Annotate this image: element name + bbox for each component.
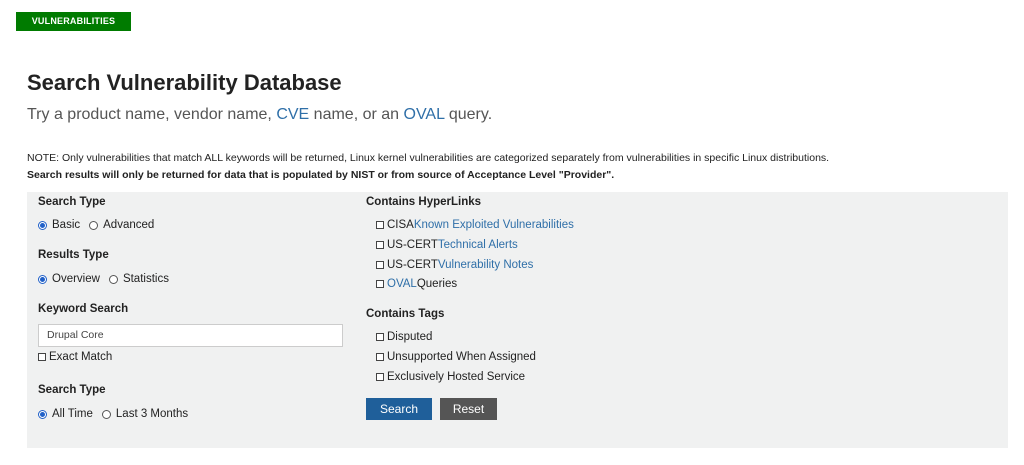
radio-basic-label[interactable]: Basic [52,219,80,231]
results-type-label: Results Type [38,249,109,261]
cisa-kev-link[interactable]: Known Exploited Vulnerabilities [414,219,574,231]
keyword-search-label: Keyword Search [38,303,129,315]
vulnerability-notes-link[interactable]: Vulnerability Notes [438,259,533,271]
oval-queries-link[interactable]: OVAL [387,278,417,290]
reset-button[interactable]: Reset [440,398,497,420]
page-title: Search Vulnerability Database [27,70,342,95]
tag-item-exclusively-hosted: Exclusively Hosted Service [376,371,525,383]
radio-overview[interactable] [38,274,47,284]
technical-alerts-link[interactable]: Technical Alerts [438,239,518,251]
search-type-label: Search Type [38,196,106,208]
exclusively-hosted-label[interactable]: Exclusively Hosted Service [387,371,525,383]
keyword-search-input[interactable]: Drupal Core [38,324,343,347]
tag-item-disputed: Disputed [376,331,432,343]
cisa-kev-checkbox[interactable] [376,221,384,229]
radio-advanced[interactable] [89,220,99,230]
search-note: NOTE: Only vulnerabilities that match AL… [27,150,829,184]
search-form-panel: Search Type Basic Advanced Results Type … [27,192,1008,448]
cve-link[interactable]: CVE [276,106,309,123]
time-type-radios: All Time Last 3 Months [38,408,188,420]
radio-last-3-months-label[interactable]: Last 3 Months [116,408,188,420]
exact-match-checkbox[interactable] [38,353,46,361]
search-type-radios: Basic Advanced [38,219,154,231]
subtitle-text-pre: Try a product name, vendor name, [27,106,277,123]
oval-queries-suffix: Queries [416,278,458,290]
subtitle-text-post: query. [444,106,493,123]
contains-tags-label: Contains Tags [366,308,445,320]
radio-advanced-label[interactable]: Advanced [103,219,154,231]
vulnerability-notes-checkbox[interactable] [376,261,384,269]
cisa-kev-prefix: CISA [387,219,414,231]
radio-all-time[interactable] [38,409,47,419]
search-button[interactable]: Search [366,398,432,420]
disputed-checkbox[interactable] [376,333,384,341]
hyperlinks-label: Contains HyperLinks [366,196,482,208]
hyperlink-item-vulnerability-notes: US-CERT Vulnerability Notes [376,259,533,271]
results-type-radios: Overview Statistics [38,273,169,285]
subtitle-text-mid: name, or an [309,106,404,123]
unsupported-checkbox[interactable] [376,353,384,361]
unsupported-label[interactable]: Unsupported When Assigned [387,351,536,363]
radio-overview-label[interactable]: Overview [52,273,100,285]
radio-basic[interactable] [38,220,47,230]
hyperlink-item-cisa-kev: CISA Known Exploited Vulnerabilities [376,219,574,231]
radio-all-time-label[interactable]: All Time [52,408,93,420]
radio-statistics[interactable] [108,274,118,284]
radio-statistics-label[interactable]: Statistics [123,273,169,285]
note-line-2: Search results will only be returned for… [27,169,615,181]
vulnerabilities-badge[interactable]: VULNERABILITIES [16,12,131,31]
exact-match-row: Exact Match [38,351,112,363]
radio-last-3-months[interactable] [101,409,111,419]
vulnerability-notes-prefix: US-CERT [387,259,438,271]
hyperlink-item-oval-queries: OVAL Queries [376,278,457,290]
oval-queries-checkbox[interactable] [376,280,384,288]
exclusively-hosted-checkbox[interactable] [376,373,384,381]
tag-item-unsupported: Unsupported When Assigned [376,351,536,363]
hyperlink-item-technical-alerts: US-CERT Technical Alerts [376,239,518,251]
note-line-1: NOTE: Only vulnerabilities that match AL… [27,152,830,164]
time-type-label: Search Type [38,384,106,396]
oval-link[interactable]: OVAL [404,106,445,123]
technical-alerts-checkbox[interactable] [376,241,384,249]
page-subtitle: Try a product name, vendor name, CVE nam… [27,106,492,124]
technical-alerts-prefix: US-CERT [387,239,438,251]
disputed-label[interactable]: Disputed [387,331,432,343]
exact-match-label[interactable]: Exact Match [49,351,112,363]
